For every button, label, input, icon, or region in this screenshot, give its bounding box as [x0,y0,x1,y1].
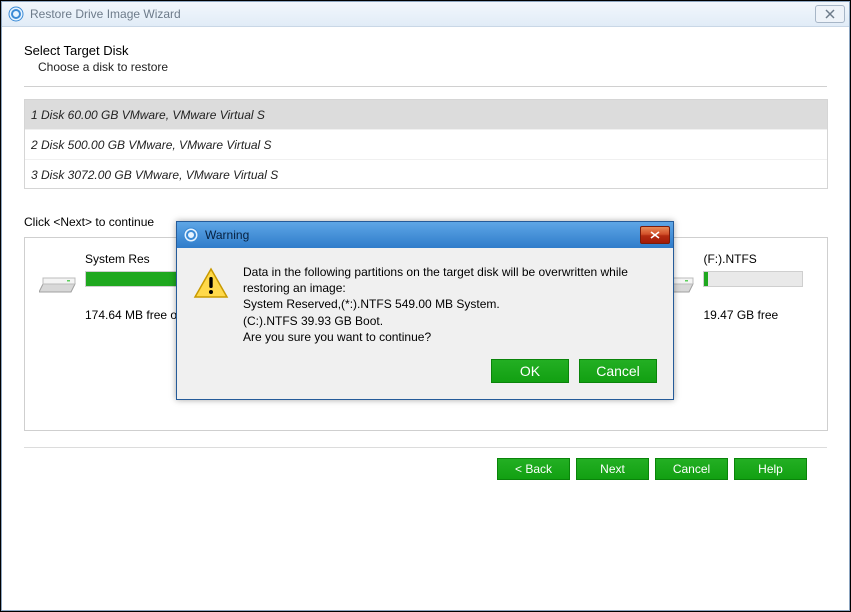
dialog-title: Warning [205,228,640,242]
disk-label: 2 Disk 500.00 GB VMware, VMware Virtual … [31,138,272,152]
disk-list: 1 Disk 60.00 GB VMware, VMware Virtual S… [24,99,828,189]
dialog-text: Data in the following partitions on the … [243,264,655,345]
warning-icon [193,266,229,302]
usage-bar-used [704,272,708,286]
usage-bar [703,271,803,287]
next-button[interactable]: Next [576,458,649,480]
app-icon [183,227,199,243]
footer-buttons: < Back Next Cancel Help [24,458,827,480]
dialog-titlebar: Warning [177,222,673,248]
app-icon [8,6,24,22]
partition: (F:).NTFS 19.47 GB free [657,252,827,430]
dialog-buttons: OK Cancel [177,359,673,399]
cancel-button[interactable]: Cancel [655,458,728,480]
titlebar: Restore Drive Image Wizard [2,2,849,27]
page-heading: Select Target Disk [24,43,827,58]
disk-label: 1 Disk 60.00 GB VMware, VMware Virtual S [31,108,265,122]
separator [24,86,827,87]
disk-label: 3 Disk 3072.00 GB VMware, VMware Virtual… [31,168,278,182]
separator [24,447,827,448]
warning-dialog: Warning Data in the following partitions… [176,221,674,400]
disk-row[interactable]: 1 Disk 60.00 GB VMware, VMware Virtual S [25,100,827,130]
partition-free: 19.47 GB free [703,308,827,322]
window-title: Restore Drive Image Wizard [30,7,815,21]
back-button[interactable]: < Back [497,458,570,480]
disk-row[interactable]: 3 Disk 3072.00 GB VMware, VMware Virtual… [25,160,827,189]
dialog-close-icon[interactable] [640,226,670,244]
page-subheading: Choose a disk to restore [38,60,827,74]
dialog-cancel-button[interactable]: Cancel [579,359,657,383]
dialog-body: Data in the following partitions on the … [177,248,673,359]
dialog-line: System Reserved,(*:).NTFS 549.00 MB Syst… [243,296,655,312]
help-button[interactable]: Help [734,458,807,480]
disk-row[interactable]: 2 Disk 500.00 GB VMware, VMware Virtual … [25,130,827,160]
disk-icon [39,260,79,300]
dialog-line: (C:).NTFS 39.93 GB Boot. [243,313,655,329]
dialog-line: Data in the following partitions on the … [243,264,655,296]
window-close-icon[interactable] [815,5,845,23]
ok-button[interactable]: OK [491,359,569,383]
partition-name: (F:).NTFS [703,252,827,266]
dialog-line: Are you sure you want to continue? [243,329,655,345]
